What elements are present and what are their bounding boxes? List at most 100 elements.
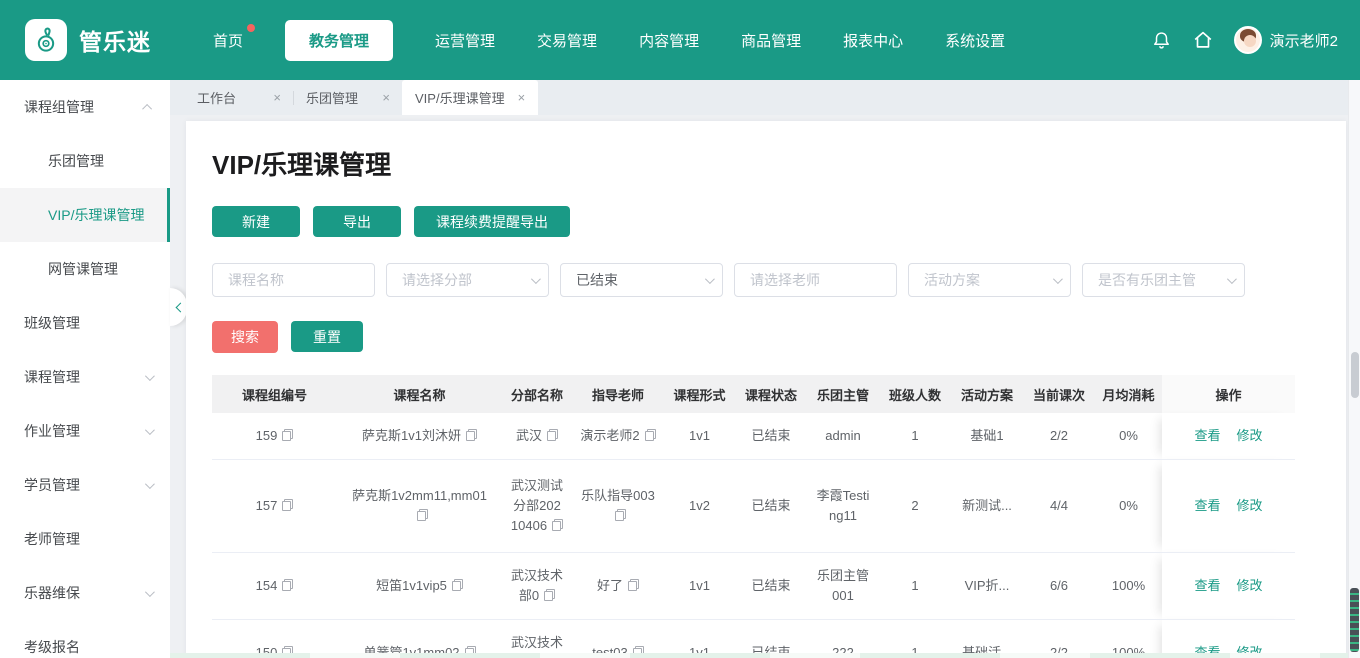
course-name-filter [212,263,375,297]
chevron-down-icon [704,273,715,284]
nav-item-content[interactable]: 内容管理 [639,30,699,51]
chevron-down-icon [144,370,155,381]
branch-name: 武汉技术部0 [510,568,563,603]
sidebar-item-teachers[interactable]: 老师管理 [0,512,170,566]
copy-icon[interactable] [628,579,639,591]
col-course-status: 课程状态 [735,375,807,413]
status-select[interactable]: 已结束 [560,263,723,297]
scrollbar-thumb[interactable] [1351,352,1359,398]
view-link[interactable]: 查看 [1194,496,1220,516]
copy-icon[interactable] [451,579,463,591]
nav-item-home[interactable]: 首页 [213,23,256,51]
sidebar-item-homework[interactable]: 作业管理 [0,404,170,458]
sidebar-item-label: 课程管理 [24,369,80,385]
table-header-row: 课程组编号 课程名称 分部名称 指导老师 课程形式 课程状态 乐团主管 班级人数… [212,375,1295,413]
col-activity-plan: 活动方案 [951,375,1023,413]
sidebar-item-orchestra[interactable]: 乐团管理 [0,134,170,188]
search-button[interactable]: 搜索 [212,321,278,353]
copy-icon[interactable] [644,429,656,441]
nav-item-settings[interactable]: 系统设置 [945,30,1005,51]
tab-vip-course[interactable]: VIP/乐理课管理 × [402,80,539,115]
brand-name: 管乐迷 [79,29,151,55]
nav-item-reports[interactable]: 报表中心 [843,30,903,51]
scrollbar-thumb[interactable] [1350,588,1359,652]
col-manager: 乐团主管 [807,375,879,413]
chevron-down-icon [144,478,155,489]
branch-name: 武汉 [515,428,542,443]
search-row: 搜索 重置 [212,321,1320,353]
home-icon[interactable] [1192,29,1214,51]
chevron-up-icon [142,103,153,114]
teacher-name: 好了 [596,578,623,593]
action-row: 新建 导出 课程续费提醒导出 [212,206,1320,237]
current-lesson: 2/2 [1023,413,1095,460]
nav-item-operations[interactable]: 运营管理 [435,30,495,51]
nav-item-products[interactable]: 商品管理 [741,30,801,51]
tab-workbench[interactable]: 工作台 × [185,80,293,115]
monthly-consume: 100% [1095,552,1162,620]
export-button[interactable]: 导出 [313,206,401,237]
copy-icon[interactable] [547,429,558,441]
has-manager-select[interactable]: 是否有乐团主管 [1082,263,1245,297]
vertical-scrollbar[interactable] [1348,80,1360,658]
class-size: 2 [879,459,951,553]
renew-reminder-export-button[interactable]: 课程续费提醒导出 [414,206,570,237]
edit-link[interactable]: 修改 [1237,576,1263,596]
tab-orchestra[interactable]: 乐团管理 × [294,80,402,115]
sidebar-item-class[interactable]: 班级管理 [0,296,170,350]
chevron-down-icon [144,586,155,597]
course-status: 已结束 [735,413,807,460]
copy-icon[interactable] [282,499,294,511]
col-class-size: 班级人数 [879,375,951,413]
tab-bar: 工作台 × 乐团管理 × VIP/乐理课管理 × [170,80,1360,115]
copy-icon[interactable] [552,519,564,531]
branch-select[interactable]: 请选择分部 [386,263,549,297]
create-button[interactable]: 新建 [212,206,300,237]
sidebar-item-label: 乐团管理 [48,153,104,169]
view-link[interactable]: 查看 [1194,576,1220,596]
sidebar-item-instrument-maintenance[interactable]: 乐器维保 [0,566,170,620]
copy-icon[interactable] [465,429,477,441]
select-placeholder: 活动方案 [924,272,980,288]
tab-label: VIP/乐理课管理 [415,91,505,106]
course-name-input[interactable] [228,272,364,288]
activity-plan-select[interactable]: 活动方案 [908,263,1071,297]
course-status: 已结束 [735,552,807,620]
sidebar-item-label: 考级报名 [24,639,80,655]
user-menu[interactable]: 演示老师2 [1233,26,1338,54]
col-course-name: 课程名称 [337,375,502,413]
sidebar-item-label: 乐器维保 [24,585,80,601]
bell-icon[interactable] [1151,29,1172,52]
copy-icon[interactable] [282,579,294,591]
manager: 乐团主管001 [807,552,879,620]
close-icon[interactable]: × [382,90,390,105]
current-lesson: 4/4 [1023,459,1095,553]
sidebar-item-online-course[interactable]: 网管课管理 [0,242,170,296]
sidebar-item-students[interactable]: 学员管理 [0,458,170,512]
edit-link[interactable]: 修改 [1237,426,1263,446]
close-icon[interactable]: × [273,90,281,105]
view-link[interactable]: 查看 [1194,426,1220,446]
copy-icon[interactable] [282,429,294,441]
sidebar-item-course-group[interactable]: 课程组管理 [0,80,170,134]
copy-icon[interactable] [544,589,556,601]
edit-link[interactable]: 修改 [1237,496,1263,516]
close-icon[interactable]: × [518,90,526,105]
sidebar-item-vip-course[interactable]: VIP/乐理课管理 [0,188,170,242]
sidebar-item-course[interactable]: 课程管理 [0,350,170,404]
select-placeholder: 是否有乐团主管 [1098,272,1196,288]
notification-dot [247,23,256,32]
col-current-lesson: 当前课次 [1023,375,1095,413]
copy-icon[interactable] [615,509,626,521]
nav-item-transactions[interactable]: 交易管理 [537,30,597,51]
course-group-id: 159 [255,428,278,443]
copy-icon[interactable] [416,509,428,521]
teacher-input[interactable] [750,272,886,288]
sidebar-item-exam-registration[interactable]: 考级报名 [0,620,170,658]
reset-button[interactable]: 重置 [291,321,363,352]
nav-item-academic[interactable]: 教务管理 [285,19,394,61]
app-logo[interactable] [25,19,67,61]
course-name: 萨克斯1v2mm11,mm01 [352,488,487,503]
class-size: 1 [879,552,951,620]
horizontal-scroll-strip[interactable] [170,653,1348,658]
